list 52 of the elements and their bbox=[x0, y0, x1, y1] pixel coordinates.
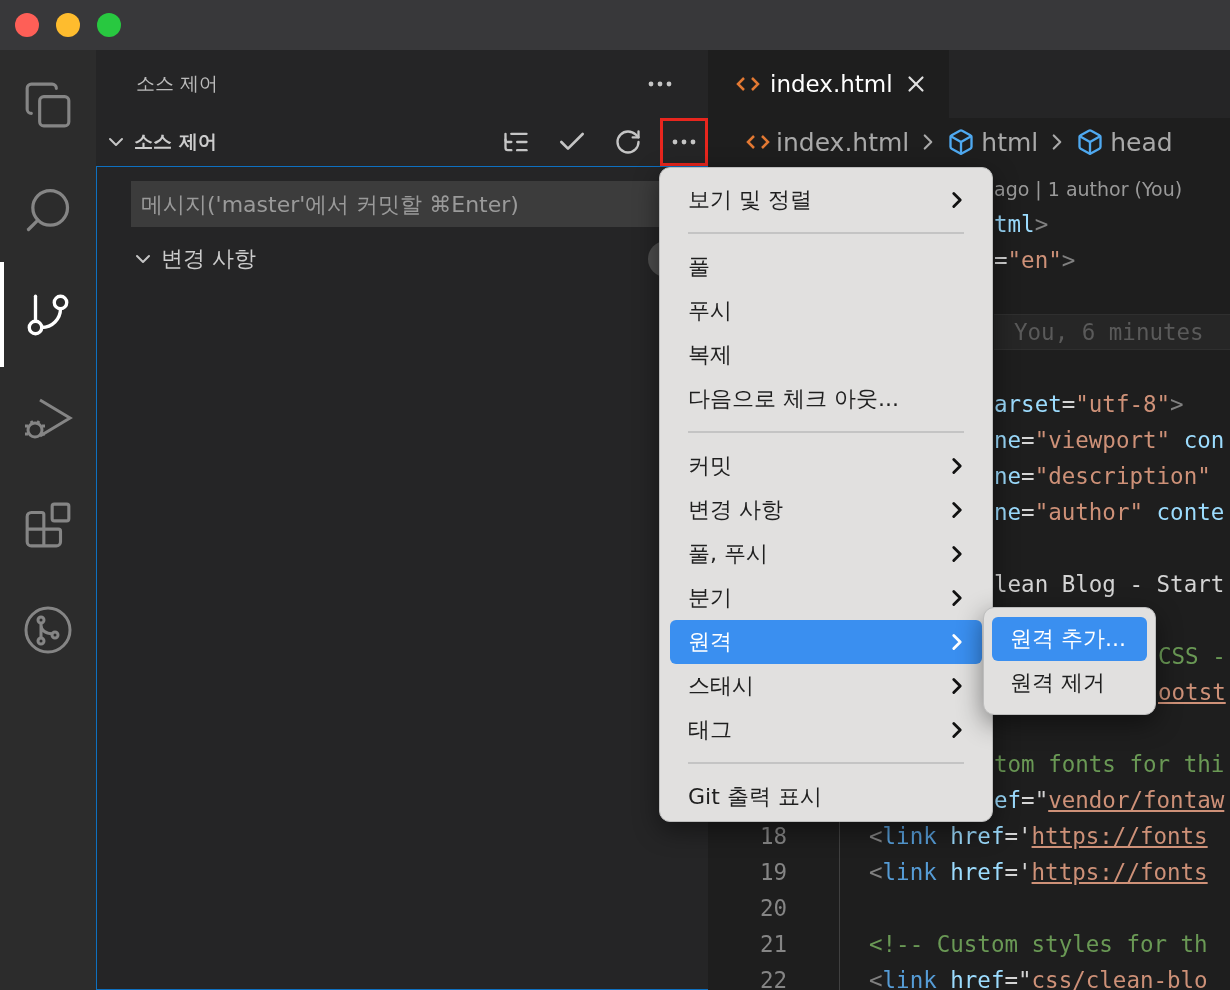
menu-item[interactable]: 풀, 푸시 bbox=[670, 532, 982, 576]
more-actions-button[interactable] bbox=[660, 118, 708, 166]
breadcrumb[interactable]: html bbox=[981, 127, 1039, 157]
menu-item[interactable]: 커밋 bbox=[670, 444, 982, 488]
menu-item[interactable]: 태그 bbox=[670, 708, 982, 752]
menu-item[interactable]: 분기 bbox=[670, 576, 982, 620]
code-text: <link href="css/clean-blo bbox=[869, 967, 1208, 990]
code-text: tom fonts for thi bbox=[994, 751, 1225, 777]
code-file-icon bbox=[746, 133, 770, 151]
code-text: lean Blog - Start bbox=[994, 571, 1225, 597]
code-text: <link href='https://fonts bbox=[869, 859, 1208, 885]
line-number: 22 bbox=[758, 967, 787, 990]
more-icon[interactable] bbox=[648, 81, 672, 87]
menu-item[interactable]: 다음으로 체크 아웃... bbox=[670, 377, 982, 421]
line-number: 19 bbox=[758, 859, 787, 885]
more-icon bbox=[672, 139, 696, 145]
code-text: CSS - bbox=[1158, 643, 1226, 669]
code-text: ef="vendor/fontaw bbox=[994, 787, 1225, 813]
breadcrumb[interactable]: head bbox=[1110, 127, 1173, 157]
menu-item[interactable]: Git 출력 표시 bbox=[670, 775, 982, 819]
code-text: arset="utf-8"> bbox=[994, 391, 1184, 417]
code-text: ="en"> bbox=[994, 247, 1076, 273]
close-window-button[interactable] bbox=[15, 13, 39, 37]
code-file-icon bbox=[736, 75, 760, 93]
cube-icon bbox=[1076, 128, 1105, 156]
refresh-icon[interactable] bbox=[614, 128, 642, 156]
sidebar-title: 소스 제어 bbox=[136, 71, 219, 96]
code-text: ootst bbox=[1158, 679, 1226, 705]
changes-title[interactable]: 변경 사항 bbox=[161, 244, 648, 274]
cube-icon bbox=[947, 128, 976, 156]
code-text: tml> bbox=[994, 211, 1049, 237]
git-graph-icon[interactable] bbox=[23, 604, 73, 655]
minimize-window-button[interactable] bbox=[56, 13, 80, 37]
blame-annotation: ago | 1 author (You) bbox=[994, 177, 1183, 201]
code-text: <!-- Custom styles for th bbox=[869, 931, 1208, 957]
code-text: ne="author" conte bbox=[994, 499, 1225, 525]
menu-item[interactable]: 푸시 bbox=[670, 289, 982, 333]
code-text: ne="viewport" con bbox=[994, 427, 1225, 453]
line-number: 18 bbox=[758, 823, 787, 849]
code-text: ne="description" bbox=[994, 463, 1211, 489]
menu-item[interactable]: 복제 bbox=[670, 333, 982, 377]
line-number: 20 bbox=[758, 895, 787, 921]
line-number: 21 bbox=[758, 931, 787, 957]
code-text: <link href='https://fonts bbox=[869, 823, 1208, 849]
menu-item[interactable]: 원격 제거 bbox=[992, 661, 1147, 705]
section-title[interactable]: 소스 제어 bbox=[134, 129, 484, 155]
editor-tab[interactable]: index.html bbox=[708, 50, 949, 118]
zoom-window-button[interactable] bbox=[97, 13, 121, 37]
menu-item[interactable]: 변경 사항 bbox=[670, 488, 982, 532]
menu-item[interactable]: 풀 bbox=[670, 245, 982, 289]
breadcrumb[interactable]: index.html bbox=[776, 127, 910, 157]
menu-item[interactable]: 스태시 bbox=[670, 664, 982, 708]
